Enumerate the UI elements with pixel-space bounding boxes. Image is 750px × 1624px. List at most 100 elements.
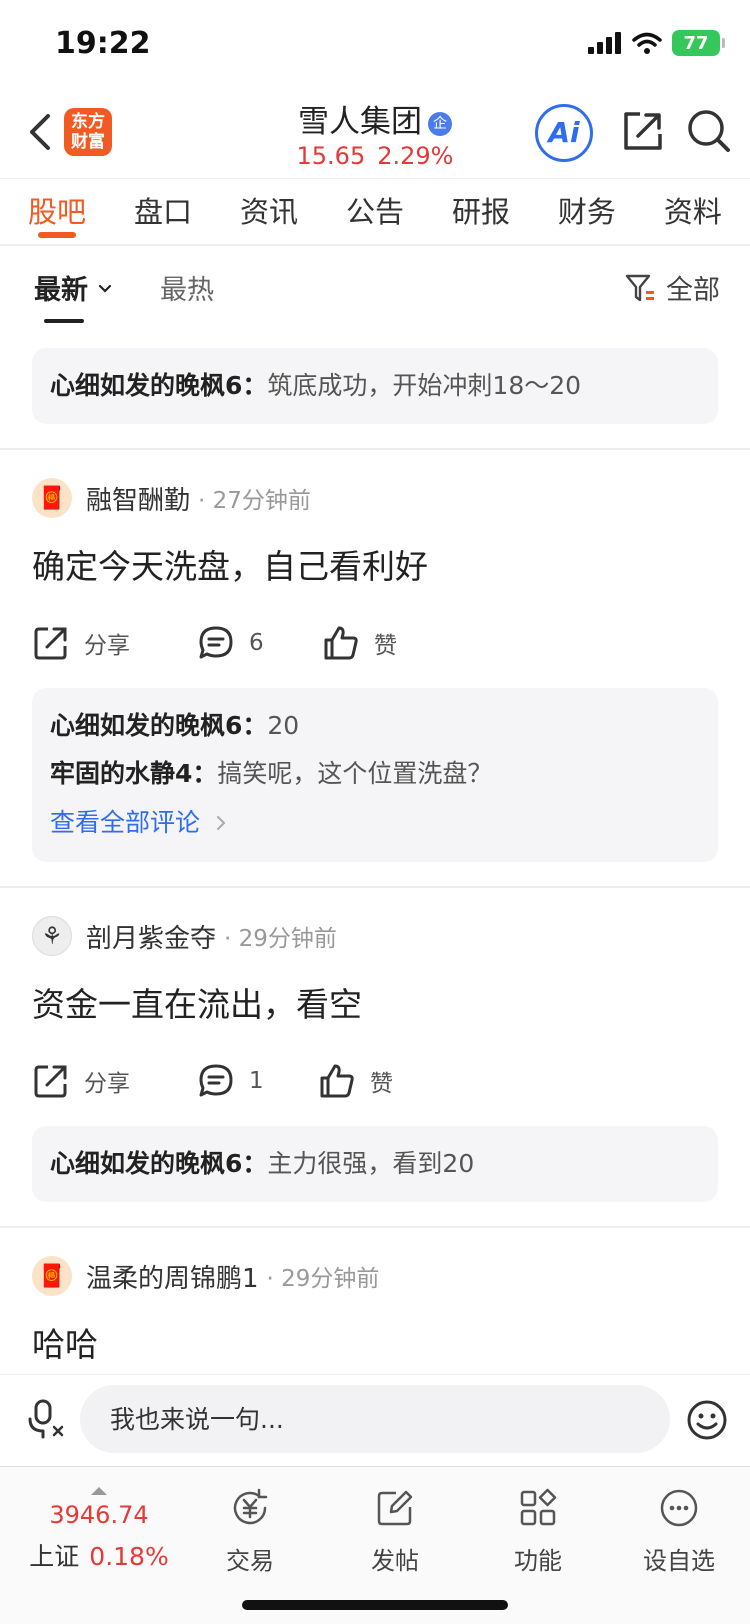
post-item[interactable]: ⚘ 剖月紫金夺 · 29分钟前 资金一直在流出，看空 分享 1 赞 心细如发的晚… bbox=[0, 886, 750, 1226]
bottom-toolbar: 3946.74 上证 0.18% 交易 发帖 功能 设自选 bbox=[0, 1466, 750, 1624]
post-time: · 27分钟前 bbox=[198, 488, 311, 514]
search-icon[interactable] bbox=[684, 106, 734, 156]
post-text[interactable]: 确定今天洗盘，自己看利好 bbox=[0, 542, 750, 592]
comment-count: 6 bbox=[249, 630, 264, 656]
thumbs-up-icon bbox=[324, 626, 358, 660]
sort-latest-label: 最新 bbox=[34, 275, 88, 306]
post-item[interactable]: 🧧 融智酬勤 · 27分钟前 确定今天洗盘，自己看利好 分享 6 赞 心细如发的… bbox=[0, 448, 750, 886]
stock-change-pct: 2.29% bbox=[377, 142, 454, 170]
sort-latest-dropdown[interactable]: 最新 bbox=[34, 268, 113, 323]
emoji-icon[interactable] bbox=[686, 1399, 728, 1441]
comment-icon bbox=[199, 626, 233, 659]
tab-announcements[interactable]: 公告 bbox=[346, 179, 404, 244]
post-item[interactable]: 🧧 温柔的周锦鹏1 · 29分钟前 哈哈 bbox=[0, 1226, 750, 1374]
stock-price: 15.65 bbox=[296, 142, 366, 170]
index-ticker[interactable]: 3946.74 上证 0.18% bbox=[24, 1487, 174, 1573]
reply-text: 筑底成功，开始冲刺18～20 bbox=[267, 371, 582, 400]
tab-profile[interactable]: 资料 bbox=[664, 179, 722, 244]
post-time: · 29分钟前 bbox=[266, 1266, 380, 1292]
post-actions: 分享 6 赞 bbox=[0, 618, 750, 668]
index-pct: 0.18% bbox=[89, 1542, 169, 1571]
reply-user[interactable]: 心细如发的晚枫6： bbox=[50, 1149, 267, 1178]
nav-post[interactable]: 发帖 bbox=[345, 1487, 445, 1576]
author-name[interactable]: 融智酬勤 bbox=[86, 480, 190, 517]
author-row: 🧧 温柔的周锦鹏1 · 29分钟前 bbox=[0, 1254, 750, 1298]
reply-box[interactable]: 心细如发的晚枫6：主力很强，看到20 bbox=[32, 1126, 718, 1202]
stock-name: 雪人集团 bbox=[298, 104, 422, 140]
nav-label: 设自选 bbox=[643, 1547, 715, 1575]
reply-box[interactable]: 心细如发的晚枫6：20 牢固的水静4：搞笑呢，这个位置洗盘？ 查看全部评论 bbox=[32, 688, 718, 862]
comment-count: 1 bbox=[249, 1068, 264, 1094]
wifi-icon bbox=[632, 32, 662, 54]
nav-trade[interactable]: 交易 bbox=[200, 1487, 300, 1576]
author-name[interactable]: 温柔的周锦鹏1 bbox=[86, 1258, 259, 1295]
nav-functions[interactable]: 功能 bbox=[488, 1487, 588, 1576]
filter-icon bbox=[625, 274, 654, 301]
view-all-comments-link[interactable]: 查看全部评论 bbox=[50, 798, 700, 848]
nav-label: 发帖 bbox=[371, 1547, 419, 1575]
edit-icon bbox=[377, 1490, 413, 1526]
reply-text: 主力很强，看到20 bbox=[267, 1149, 475, 1178]
reply-user[interactable]: 心细如发的晚枫6： bbox=[50, 371, 267, 400]
tab-research[interactable]: 研报 bbox=[452, 179, 510, 244]
header: 东方 财富 雪人集团企 15.65 2.29% Ai bbox=[0, 90, 750, 178]
voice-input-icon[interactable] bbox=[26, 1399, 66, 1439]
tab-market[interactable]: 盘口 bbox=[134, 179, 192, 244]
like-label: 赞 bbox=[374, 633, 397, 659]
index-name: 上证 bbox=[29, 1542, 80, 1571]
status-icons: 77 bbox=[588, 30, 725, 56]
post-text[interactable]: 哈哈 bbox=[0, 1320, 750, 1370]
author-row: ⚘ 剖月紫金夺 · 29分钟前 bbox=[0, 914, 750, 958]
share-button[interactable]: 分享 bbox=[32, 624, 177, 662]
author-row: 🧧 融智酬勤 · 27分钟前 bbox=[0, 476, 750, 520]
comment-button[interactable]: 6 bbox=[197, 624, 342, 662]
reply-line: 心细如发的晚枫6：筑底成功，开始冲刺18～20 bbox=[50, 362, 700, 410]
battery-icon: 77 bbox=[672, 30, 725, 56]
share-icon bbox=[34, 627, 67, 660]
thumbs-up-icon bbox=[320, 1064, 354, 1098]
reply-line: 牢固的水静4：搞笑呢，这个位置洗盘？ bbox=[50, 750, 700, 798]
ai-button[interactable]: Ai bbox=[535, 104, 593, 162]
author-name[interactable]: 剖月紫金夺 bbox=[86, 918, 216, 955]
expand-arrow-icon bbox=[91, 1487, 107, 1495]
reply-box[interactable]: 心细如发的晚枫6：筑底成功，开始冲刺18～20 bbox=[32, 348, 718, 424]
tab-forum[interactable]: 股吧 bbox=[28, 179, 86, 244]
tab-bar: 股吧 盘口 资讯 公告 研报 财务 资料 bbox=[0, 178, 750, 246]
avatar[interactable]: 🧧 bbox=[32, 478, 72, 518]
reply-text: 20 bbox=[267, 711, 300, 740]
tab-news[interactable]: 资讯 bbox=[240, 179, 298, 244]
chevron-down-icon bbox=[99, 284, 112, 293]
more-options-icon bbox=[660, 1489, 698, 1527]
post-feed[interactable]: 心细如发的晚枫6：筑底成功，开始冲刺18～20 🧧 融智酬勤 · 27分钟前 确… bbox=[0, 322, 750, 1374]
post-time: · 29分钟前 bbox=[224, 926, 337, 952]
reply-user[interactable]: 心细如发的晚枫6： bbox=[50, 711, 267, 740]
share-button[interactable]: 分享 bbox=[32, 1062, 177, 1100]
cellular-signal-icon bbox=[588, 32, 621, 54]
like-button[interactable]: 赞 bbox=[322, 624, 442, 662]
status-time: 19:22 bbox=[55, 26, 151, 61]
comment-input[interactable] bbox=[80, 1385, 670, 1453]
share-label: 分享 bbox=[84, 633, 130, 659]
home-indicator[interactable] bbox=[242, 1600, 508, 1610]
view-all-label: 查看全部评论 bbox=[50, 808, 201, 837]
nav-label: 交易 bbox=[226, 1547, 274, 1575]
verified-enterprise-icon: 企 bbox=[428, 112, 452, 136]
reply-line: 心细如发的晚枫6：主力很强，看到20 bbox=[50, 1140, 700, 1188]
avatar[interactable]: ⚘ bbox=[32, 916, 72, 956]
post-text[interactable]: 资金一直在流出，看空 bbox=[0, 980, 750, 1030]
nav-add-watchlist[interactable]: 设自选 bbox=[629, 1487, 729, 1576]
share-label: 分享 bbox=[84, 1071, 130, 1097]
index-value: 3946.74 bbox=[49, 1501, 149, 1529]
avatar[interactable]: 🧧 bbox=[32, 1256, 72, 1296]
share-icon bbox=[34, 1065, 67, 1098]
tab-financials[interactable]: 财务 bbox=[558, 179, 616, 244]
sort-bar: 最新 最热 全部 bbox=[0, 248, 750, 323]
filter-label: 全部 bbox=[666, 275, 720, 306]
like-button[interactable]: 赞 bbox=[318, 1062, 438, 1100]
filter-button[interactable]: 全部 bbox=[624, 268, 720, 307]
status-bar: 19:22 77 bbox=[0, 0, 750, 90]
sort-hot[interactable]: 最热 bbox=[160, 268, 214, 307]
share-icon[interactable] bbox=[618, 106, 668, 156]
reply-user[interactable]: 牢固的水静4： bbox=[50, 759, 217, 788]
reply-line: 心细如发的晚枫6：20 bbox=[50, 702, 700, 750]
